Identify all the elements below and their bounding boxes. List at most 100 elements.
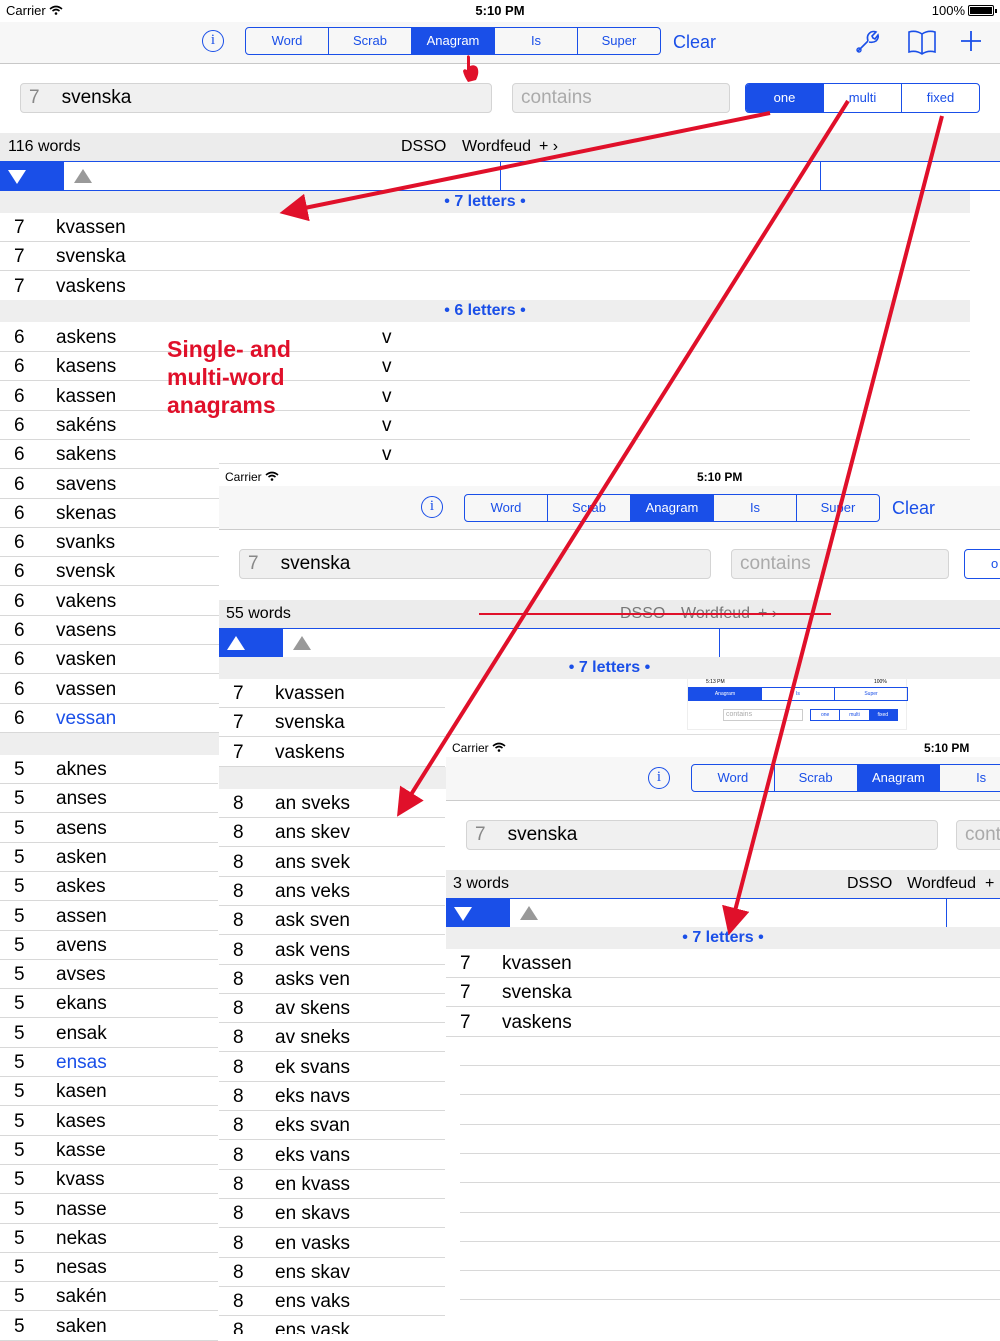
list-item[interactable]: 7 kvassen bbox=[446, 949, 1000, 978]
clear-button[interactable]: Clear bbox=[673, 32, 716, 53]
list-item[interactable]: 8 ask sven bbox=[219, 906, 445, 936]
list-item[interactable]: 8 ans svek bbox=[219, 848, 445, 877]
list-item[interactable]: 8 av skens bbox=[219, 994, 445, 1024]
sort-alpha-icon[interactable] bbox=[293, 636, 311, 650]
letters-input[interactable]: 7 svenska bbox=[239, 549, 711, 579]
more-dicts-button[interactable]: + bbox=[985, 870, 994, 898]
list-item[interactable]: 8 ens vaks bbox=[219, 1287, 445, 1317]
add-icon[interactable] bbox=[960, 30, 982, 52]
list-item[interactable]: 8 eks vans bbox=[219, 1141, 445, 1170]
list-item[interactable]: 8 eks navs bbox=[219, 1082, 445, 1111]
list-item[interactable]: 5 asken bbox=[0, 843, 218, 872]
tab-is[interactable]: Is bbox=[939, 765, 1000, 791]
mode-fixed[interactable]: fixed bbox=[901, 84, 979, 112]
list-item[interactable]: 5 askes bbox=[0, 872, 218, 902]
tab-super[interactable]: Super bbox=[577, 28, 660, 54]
contains-input[interactable]: contains bbox=[731, 549, 949, 579]
list-item[interactable]: 5 assen bbox=[0, 902, 218, 931]
list-item[interactable]: 7 vaskens bbox=[219, 738, 445, 767]
dictionary-flag: v bbox=[382, 327, 392, 348]
list-item[interactable]: 5 kvass bbox=[0, 1165, 218, 1195]
list-item[interactable]: 5 avses bbox=[0, 960, 218, 990]
mode-one[interactable]: one bbox=[746, 84, 823, 112]
tab-word[interactable]: Word bbox=[246, 28, 328, 54]
list-item[interactable]: 7 kvassen bbox=[219, 679, 445, 708]
sort-length-button[interactable] bbox=[446, 899, 510, 927]
list-item[interactable]: 6 sakéns v bbox=[0, 411, 970, 440]
list-item[interactable]: 5 ensak bbox=[0, 1019, 218, 1048]
letters-input[interactable]: 7 svenska bbox=[20, 83, 492, 113]
list-item[interactable]: 8 an sveks bbox=[219, 789, 445, 818]
list-item[interactable]: 7 svenska bbox=[0, 242, 970, 272]
tab-scrab[interactable]: Scrab bbox=[328, 28, 411, 54]
list-item[interactable]: 6 askens v bbox=[0, 323, 970, 352]
book-icon[interactable] bbox=[907, 29, 937, 55]
list-item[interactable]: 8 av sneks bbox=[219, 1023, 445, 1053]
info-icon[interactable]: i bbox=[421, 496, 443, 518]
contains-input[interactable]: contains bbox=[512, 83, 730, 113]
tab-anagram[interactable]: Anagram bbox=[630, 495, 713, 521]
list-item[interactable]: 5 avens bbox=[0, 931, 218, 960]
dict-wordfeud[interactable]: Wordfeud bbox=[907, 870, 976, 898]
list-item[interactable]: 8 en kvass bbox=[219, 1170, 445, 1199]
list-item[interactable]: 8 asks ven bbox=[219, 965, 445, 994]
list-item[interactable]: 5 nekas bbox=[0, 1224, 218, 1253]
tab-super[interactable]: Super bbox=[796, 495, 879, 521]
list-item[interactable]: 5 nasse bbox=[0, 1195, 218, 1224]
tab-anagram[interactable]: Anagram bbox=[411, 28, 494, 54]
list-item[interactable]: 5 aknes bbox=[0, 755, 218, 784]
list-item[interactable]: 5 ekans bbox=[0, 989, 218, 1019]
word-text: en skavs bbox=[275, 1203, 350, 1225]
sort-alpha-icon[interactable] bbox=[520, 906, 538, 920]
list-item[interactable]: 8 ans veks bbox=[219, 877, 445, 906]
tab-scrab[interactable]: Scrab bbox=[547, 495, 630, 521]
list-item[interactable]: 5 kasen bbox=[0, 1077, 218, 1107]
tab-anagram[interactable]: Anagram bbox=[856, 765, 940, 791]
list-item[interactable]: 7 vaskens bbox=[0, 272, 970, 301]
dict-dsso[interactable]: DSSO bbox=[401, 133, 446, 161]
list-item[interactable]: 5 sakén bbox=[0, 1282, 218, 1312]
letters-input[interactable]: 7 svenska bbox=[466, 820, 938, 850]
list-item[interactable]: 5 ensas bbox=[0, 1048, 218, 1077]
list-item[interactable]: 5 nesas bbox=[0, 1253, 218, 1283]
list-item[interactable]: 5 kases bbox=[0, 1107, 218, 1136]
list-item[interactable]: 5 saken bbox=[0, 1312, 218, 1341]
list-item[interactable]: 5 kasse bbox=[0, 1136, 218, 1165]
info-icon[interactable]: i bbox=[648, 767, 670, 789]
wrench-icon[interactable] bbox=[854, 29, 880, 55]
list-item[interactable]: 8 ek svans bbox=[219, 1053, 445, 1082]
list-item[interactable]: 7 svenska bbox=[219, 708, 445, 738]
list-item[interactable]: 6 kasens v bbox=[0, 352, 970, 382]
list-item[interactable]: 8 ens skav bbox=[219, 1258, 445, 1287]
dict-wordfeud[interactable]: Wordfeud bbox=[462, 133, 531, 161]
sort-alpha-icon[interactable] bbox=[74, 169, 92, 183]
tab-is[interactable]: Is bbox=[494, 28, 577, 54]
list-item[interactable]: 5 anses bbox=[0, 784, 218, 814]
list-item[interactable]: 7 svenska bbox=[446, 978, 1000, 1008]
clear-button[interactable]: Clear bbox=[892, 498, 935, 519]
dict-dsso[interactable]: DSSO bbox=[847, 870, 892, 898]
word-text: ensas bbox=[56, 1052, 107, 1073]
mode-one[interactable]: o bbox=[964, 549, 1000, 579]
list-item[interactable]: 8 en skavs bbox=[219, 1199, 445, 1229]
tab-scrab[interactable]: Scrab bbox=[773, 765, 857, 791]
sort-length-button[interactable] bbox=[219, 629, 283, 657]
mode-multi[interactable]: multi bbox=[823, 84, 901, 112]
sort-length-button[interactable] bbox=[0, 162, 64, 190]
list-item[interactable]: 8 ask vens bbox=[219, 936, 445, 965]
mini-clock: 5:13 PM bbox=[706, 679, 725, 685]
more-dicts-button[interactable]: + › bbox=[539, 133, 558, 161]
list-item[interactable]: 6 kassen v bbox=[0, 382, 970, 411]
tab-word[interactable]: Word bbox=[465, 495, 547, 521]
tab-word[interactable]: Word bbox=[692, 765, 774, 791]
list-item[interactable]: 8 eks svan bbox=[219, 1111, 445, 1141]
list-item[interactable]: 8 ens vask bbox=[219, 1316, 445, 1334]
list-item[interactable]: 7 kvassen bbox=[0, 213, 970, 242]
list-item[interactable]: 8 en vasks bbox=[219, 1229, 445, 1258]
tab-is[interactable]: Is bbox=[713, 495, 796, 521]
list-item[interactable]: 5 asens bbox=[0, 814, 218, 843]
info-icon[interactable]: i bbox=[202, 30, 224, 52]
list-item[interactable]: 7 vaskens bbox=[446, 1008, 1000, 1037]
list-item[interactable]: 8 ans skev bbox=[219, 818, 445, 848]
contains-input[interactable]: cont bbox=[956, 820, 1000, 850]
